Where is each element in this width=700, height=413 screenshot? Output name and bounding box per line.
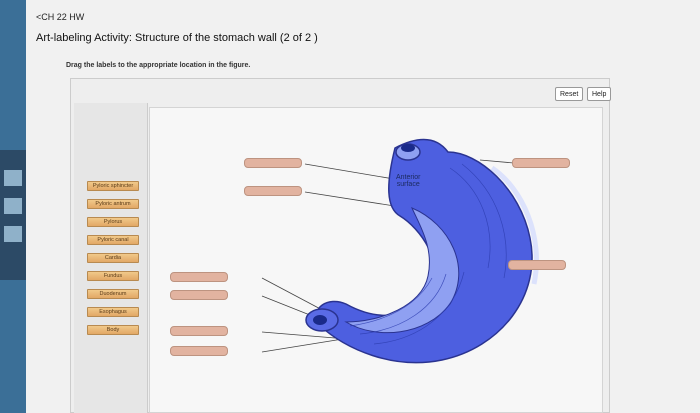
drop-target[interactable] (170, 346, 228, 356)
drop-target[interactable] (508, 260, 566, 270)
label-pyloric-canal[interactable]: Pyloric canal (87, 235, 139, 245)
drop-target[interactable] (244, 186, 302, 196)
label-cardia[interactable]: Cardia (87, 253, 139, 263)
stomach-figure: Anterior surface (149, 107, 603, 413)
reset-button[interactable]: Reset (555, 87, 584, 101)
drop-target[interactable] (512, 158, 570, 168)
label-body[interactable]: Body (87, 325, 139, 335)
label-pylorus[interactable]: Pylorus (87, 217, 139, 227)
label-duodenum[interactable]: Duodenum (87, 289, 139, 299)
drop-target[interactable] (170, 326, 228, 336)
label-fundus[interactable]: Fundus (87, 271, 139, 281)
left-edge-segment (4, 198, 22, 214)
drop-target[interactable] (244, 158, 302, 168)
label-bank: Pyloric sphincter Pyloric antrum Pylorus… (74, 103, 148, 413)
browser-left-edge (0, 0, 26, 413)
activity-workspace: Reset Help Pyloric sphincter Pyloric ant… (70, 78, 612, 413)
label-esophagus[interactable]: Esophagus (87, 307, 139, 317)
page: <CH 22 HW Art-labeling Activity: Structu… (26, 0, 700, 413)
label-pyloric-antrum[interactable]: Pyloric antrum (87, 199, 139, 209)
drop-target[interactable] (170, 272, 228, 282)
page-title: Art-labeling Activity: Structure of the … (36, 32, 318, 44)
instructions: Drag the labels to the appropriate locat… (66, 62, 251, 69)
left-edge-segment (4, 170, 22, 186)
label-pyloric-sphincter[interactable]: Pyloric sphincter (87, 181, 139, 191)
left-edge-segment (4, 226, 22, 242)
drop-target[interactable] (170, 290, 228, 300)
help-button[interactable]: Help (587, 87, 612, 101)
annotation-anterior-surface: Anterior surface (396, 174, 421, 188)
back-link[interactable]: <CH 22 HW (36, 12, 84, 22)
